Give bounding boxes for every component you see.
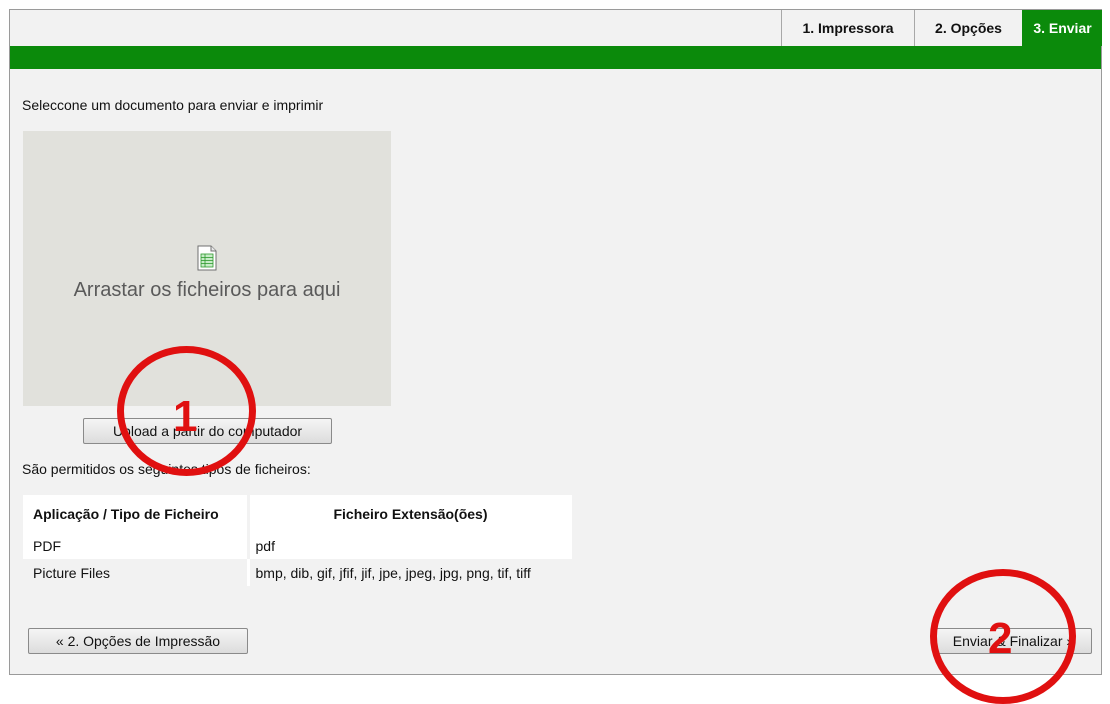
send-and-finish-button[interactable]: Enviar & Finalizar »	[935, 628, 1092, 654]
back-to-options-button[interactable]: « 2. Opções de Impressão	[28, 628, 248, 654]
drop-zone-label: Arrastar os ficheiros para aqui	[73, 279, 341, 301]
tab-options[interactable]: 2. Opções	[914, 10, 1022, 46]
column-header-extensions: Ficheiro Extensão(ões)	[248, 495, 575, 532]
header-green-bar	[10, 46, 1101, 69]
table-cell-extensions: bmp, dib, gif, jfif, jif, jpe, jpeg, jpg…	[248, 559, 575, 586]
table-cell-type: Picture Files	[23, 559, 250, 586]
table-row: PDF pdf	[23, 532, 575, 559]
file-drop-zone[interactable]: Arrastar os ficheiros para aqui	[23, 131, 391, 406]
tab-printer[interactable]: 1. Impressora	[781, 10, 914, 46]
table-header-row: Aplicação / Tipo de Ficheiro Ficheiro Ex…	[23, 495, 575, 532]
upload-from-computer-button[interactable]: Upload a partir do computador	[83, 418, 332, 444]
table-cell-type: PDF	[23, 532, 250, 559]
document-icon	[197, 245, 217, 271]
table-cell-extensions: pdf	[248, 532, 575, 559]
table-row: Picture Files bmp, dib, gif, jfif, jif, …	[23, 559, 575, 586]
column-header-type: Aplicação / Tipo de Ficheiro	[23, 495, 250, 532]
upload-instruction: Seleccone um documento para enviar e imp…	[22, 97, 324, 113]
file-types-table: Aplicação / Tipo de Ficheiro Ficheiro Ex…	[23, 495, 575, 586]
tab-send[interactable]: 3. Enviar	[1022, 10, 1102, 46]
wizard-header: 1. Impressora 2. Opções 3. Enviar	[10, 10, 1102, 46]
allowed-types-label: São permitidos os seguintes tipos de fic…	[22, 461, 311, 477]
print-wizard-frame: 1. Impressora 2. Opções 3. Enviar Selecc…	[9, 9, 1102, 675]
